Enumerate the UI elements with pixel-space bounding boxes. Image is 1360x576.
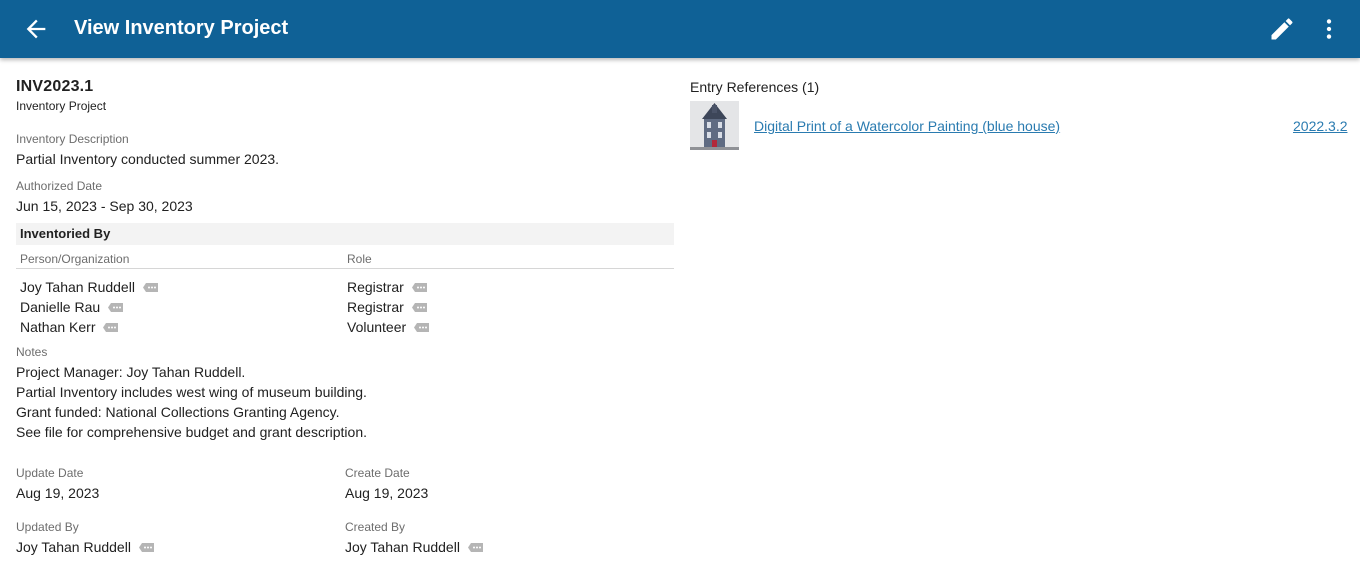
app-bar: View Inventory Project bbox=[0, 0, 1360, 58]
authorized-date-value: Jun 15, 2023 - Sep 30, 2023 bbox=[16, 198, 193, 214]
role-column-header: Role bbox=[347, 252, 372, 266]
role-value: Volunteer bbox=[347, 319, 407, 335]
person-name[interactable]: Joy Tahan Ruddell bbox=[20, 279, 135, 295]
blue-house-thumbnail[interactable] bbox=[690, 101, 739, 150]
authorized-date-label: Authorized Date bbox=[16, 179, 103, 193]
notes-label: Notes bbox=[16, 345, 48, 359]
page-title: View Inventory Project bbox=[74, 17, 289, 39]
notes-line: See file for comprehensive budget and gr… bbox=[16, 424, 367, 440]
tag-icon[interactable] bbox=[411, 302, 427, 312]
entry-references-title: Entry References (1) bbox=[690, 79, 820, 95]
update-date-label: Update Date bbox=[16, 466, 84, 480]
person-name[interactable]: Danielle Rau bbox=[20, 299, 100, 315]
tag-icon[interactable] bbox=[142, 282, 158, 292]
person-name[interactable]: Nathan Kerr bbox=[20, 319, 95, 335]
entry-reference-number[interactable]: 2022.3.2 bbox=[1293, 117, 1348, 135]
tag-icon[interactable] bbox=[108, 302, 124, 312]
pencil-icon[interactable] bbox=[1268, 15, 1296, 43]
notes-line: Grant funded: National Collections Grant… bbox=[16, 404, 340, 420]
updated-by-label: Updated By bbox=[16, 520, 79, 534]
table-row-person: Nathan Kerr bbox=[20, 318, 119, 336]
project-id: INV2023.1 bbox=[16, 78, 94, 95]
entry-reference-link[interactable]: Digital Print of a Watercolor Painting (… bbox=[754, 117, 1060, 135]
tag-icon[interactable] bbox=[411, 282, 427, 292]
person-column-header: Person/Organization bbox=[20, 252, 130, 266]
create-date-value: Aug 19, 2023 bbox=[345, 485, 429, 501]
inventoried-by-header: Inventoried By bbox=[16, 223, 674, 245]
divider bbox=[16, 268, 674, 269]
created-by-value: Joy Tahan Ruddell bbox=[345, 538, 483, 556]
tag-icon[interactable] bbox=[467, 542, 483, 552]
inventoried-by-heading: Inventoried By bbox=[20, 226, 111, 241]
house-image-icon bbox=[690, 101, 739, 150]
updated-by-value: Joy Tahan Ruddell bbox=[16, 538, 154, 556]
more-vert-icon[interactable] bbox=[1316, 15, 1342, 43]
created-by-label: Created By bbox=[345, 520, 406, 534]
notes-line: Project Manager: Joy Tahan Ruddell. bbox=[16, 364, 246, 380]
tag-icon[interactable] bbox=[138, 542, 154, 552]
description-label: Inventory Description bbox=[16, 132, 129, 146]
arrow-left-icon[interactable] bbox=[22, 15, 50, 43]
create-date-label: Create Date bbox=[345, 466, 410, 480]
tag-icon[interactable] bbox=[103, 322, 119, 332]
person-name[interactable]: Joy Tahan Ruddell bbox=[16, 539, 131, 555]
table-row-person: Danielle Rau bbox=[20, 298, 124, 316]
project-type: Inventory Project bbox=[16, 99, 107, 113]
table-row-role: Registrar bbox=[347, 278, 427, 296]
role-value: Registrar bbox=[347, 299, 404, 315]
person-name[interactable]: Joy Tahan Ruddell bbox=[345, 539, 460, 555]
table-row-role: Registrar bbox=[347, 298, 427, 316]
notes-line: Partial Inventory includes west wing of … bbox=[16, 384, 367, 400]
tag-icon[interactable] bbox=[414, 322, 430, 332]
role-value: Registrar bbox=[347, 279, 404, 295]
table-row-role: Volunteer bbox=[347, 318, 430, 336]
table-row-person: Joy Tahan Ruddell bbox=[20, 278, 158, 296]
update-date-value: Aug 19, 2023 bbox=[16, 485, 100, 501]
description-value: Partial Inventory conducted summer 2023. bbox=[16, 151, 280, 167]
